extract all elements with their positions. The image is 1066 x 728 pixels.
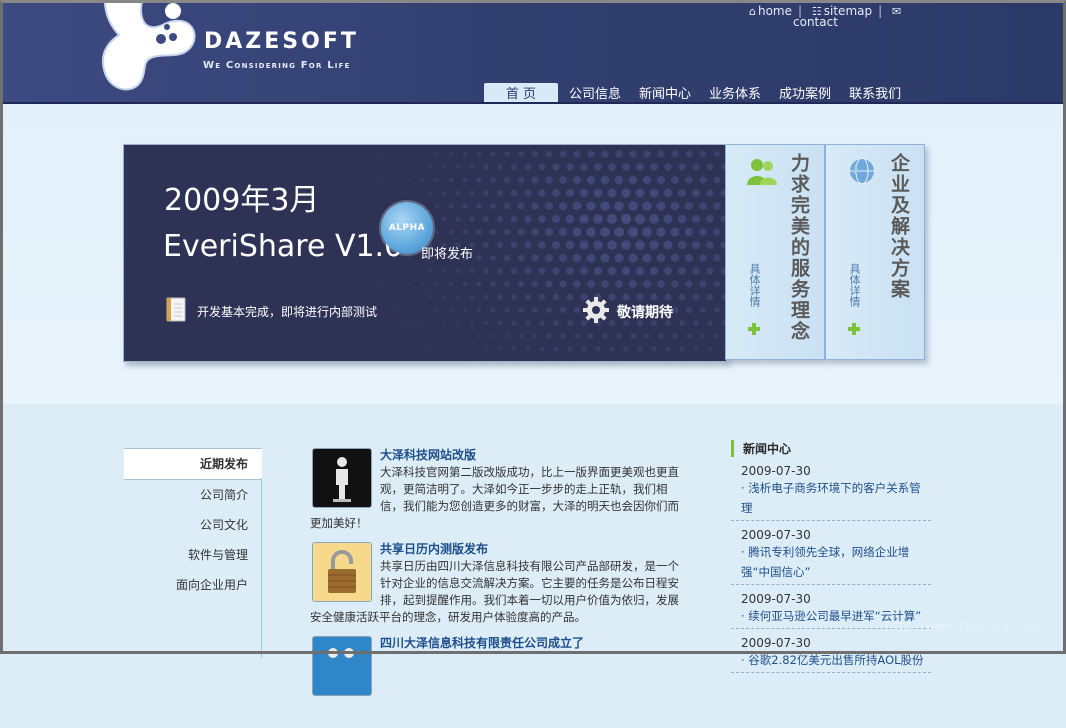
window-frame [0, 0, 1066, 654]
